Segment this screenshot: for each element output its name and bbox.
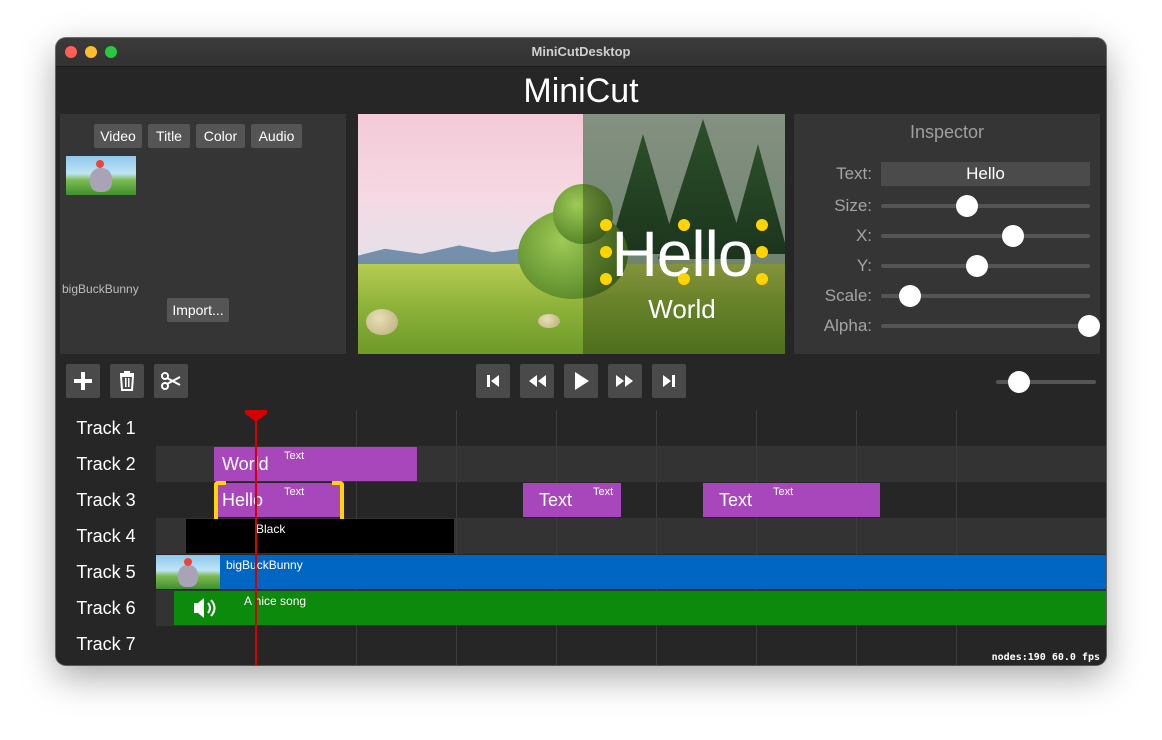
media-item-label: bigBuckBunny <box>62 282 139 296</box>
add-button[interactable] <box>66 364 100 398</box>
size-slider-knob[interactable] <box>955 195 978 217</box>
track-label: Track 6 <box>56 590 156 626</box>
skip-to-start-button[interactable] <box>476 364 510 398</box>
cut-icon <box>161 372 181 390</box>
playhead-line[interactable] <box>255 410 257 665</box>
timeline[interactable]: Track 1 Track 2 Track 3 Track 4 Track 5 … <box>56 410 1106 665</box>
skip-to-start-icon <box>487 375 499 387</box>
delete-icon <box>119 371 135 391</box>
clip-label: Black <box>256 522 286 536</box>
resize-handle-top[interactable] <box>678 219 690 231</box>
title-clip-text-1[interactable]: Text Text <box>523 483 621 517</box>
app-title: MiniCut <box>523 72 639 110</box>
clip-trim-handle-right[interactable] <box>332 481 344 523</box>
skip-to-end-icon <box>663 375 675 387</box>
inspector-panel: Inspector Text: Hello Size: X: Y: Scale:… <box>794 114 1100 354</box>
clip-label: bigBuckBunny <box>226 558 303 572</box>
rewind-button[interactable] <box>520 364 554 398</box>
video-clip-bigbuckbunny[interactable]: bigBuckBunny <box>156 555 1106 589</box>
delete-button[interactable] <box>110 364 144 398</box>
video-preview[interactable]: Hello World <box>358 114 785 354</box>
import-button[interactable]: Import... <box>167 298 229 322</box>
play-icon <box>575 372 589 390</box>
alpha-slider[interactable] <box>881 324 1090 328</box>
y-slider-knob[interactable] <box>966 255 989 277</box>
size-slider[interactable] <box>881 204 1090 208</box>
x-label: X: <box>855 226 872 245</box>
video-thumbnail-icon <box>156 555 220 589</box>
render-stats: nodes:190 60.0 fps <box>991 652 1100 663</box>
clip-trim-handle-left[interactable] <box>214 481 226 523</box>
track-row-7[interactable]: Track 7 <box>56 626 1106 662</box>
x-slider[interactable] <box>881 234 1090 238</box>
cut-button[interactable] <box>154 364 188 398</box>
title-clip-hello[interactable]: Hello Text <box>214 481 344 523</box>
clip-title: Text <box>719 490 753 510</box>
clip-type-label: Text <box>773 486 794 498</box>
title-bar: MiniCutDesktop <box>56 38 1106 67</box>
fast-forward-icon <box>616 375 633 387</box>
clip-type-label: Text <box>593 486 614 498</box>
text-field[interactable]: Hello <box>881 162 1090 186</box>
resize-handle-top-left[interactable] <box>600 219 612 231</box>
resize-handle-bottom-left[interactable] <box>600 273 612 285</box>
track-label: Track 5 <box>56 554 156 590</box>
title-clip-text-2[interactable]: Text Text <box>703 483 880 517</box>
speaker-icon <box>194 598 216 618</box>
text-label: Text: <box>836 164 872 183</box>
resize-handle-bottom-right[interactable] <box>756 273 768 285</box>
tab-title[interactable]: Title <box>148 124 190 148</box>
clip-type-label: Text <box>284 450 305 462</box>
track-label: Track 2 <box>56 446 156 482</box>
video-thumbnail-icon[interactable] <box>66 156 136 195</box>
clip-type-label: Text <box>284 486 305 498</box>
clip-title: Text <box>539 490 573 510</box>
color-clip-black[interactable]: Black <box>186 519 454 553</box>
timeline-zoom-knob[interactable] <box>1008 371 1030 393</box>
track-label: Track 7 <box>56 626 156 662</box>
app-window: MiniCutDesktop MiniCut Video Title Color… <box>56 38 1106 665</box>
rewind-icon <box>529 375 546 387</box>
track-label: Track 1 <box>56 410 156 446</box>
resize-handle-left[interactable] <box>600 246 612 258</box>
scale-slider-knob[interactable] <box>899 285 922 307</box>
preview-subtitle-text[interactable]: World <box>598 294 766 324</box>
resize-handle-bottom[interactable] <box>678 273 690 285</box>
tab-video[interactable]: Video <box>94 124 142 148</box>
y-label: Y: <box>856 256 872 275</box>
window-title: MiniCutDesktop <box>531 44 631 59</box>
size-label: Size: <box>834 196 872 215</box>
track-label: Track 4 <box>56 518 156 554</box>
clip-title: World <box>222 454 269 474</box>
track-row-1[interactable]: Track 1 <box>56 410 1106 446</box>
resize-handle-top-right[interactable] <box>756 219 768 231</box>
alpha-slider-knob[interactable] <box>1078 315 1100 337</box>
media-library-panel: Video Title Color Audio bigBuckBunny Imp… <box>60 114 346 354</box>
clip-label: A nice song <box>244 594 307 608</box>
audio-clip-song[interactable]: A nice song <box>174 591 1106 625</box>
tab-audio[interactable]: Audio <box>251 124 302 148</box>
tab-color[interactable]: Color <box>196 124 245 148</box>
add-icon <box>74 372 92 390</box>
inspector-title: Inspector <box>909 122 985 142</box>
alpha-label: Alpha: <box>823 316 872 335</box>
play-button[interactable] <box>564 364 598 398</box>
x-slider-knob[interactable] <box>1001 225 1024 247</box>
resize-handle-right[interactable] <box>756 246 768 258</box>
skip-to-end-button[interactable] <box>652 364 686 398</box>
title-clip-world[interactable]: World Text <box>214 447 417 481</box>
fast-forward-button[interactable] <box>608 364 642 398</box>
scale-label: Scale: <box>824 286 872 305</box>
track-label: Track 3 <box>56 482 156 518</box>
